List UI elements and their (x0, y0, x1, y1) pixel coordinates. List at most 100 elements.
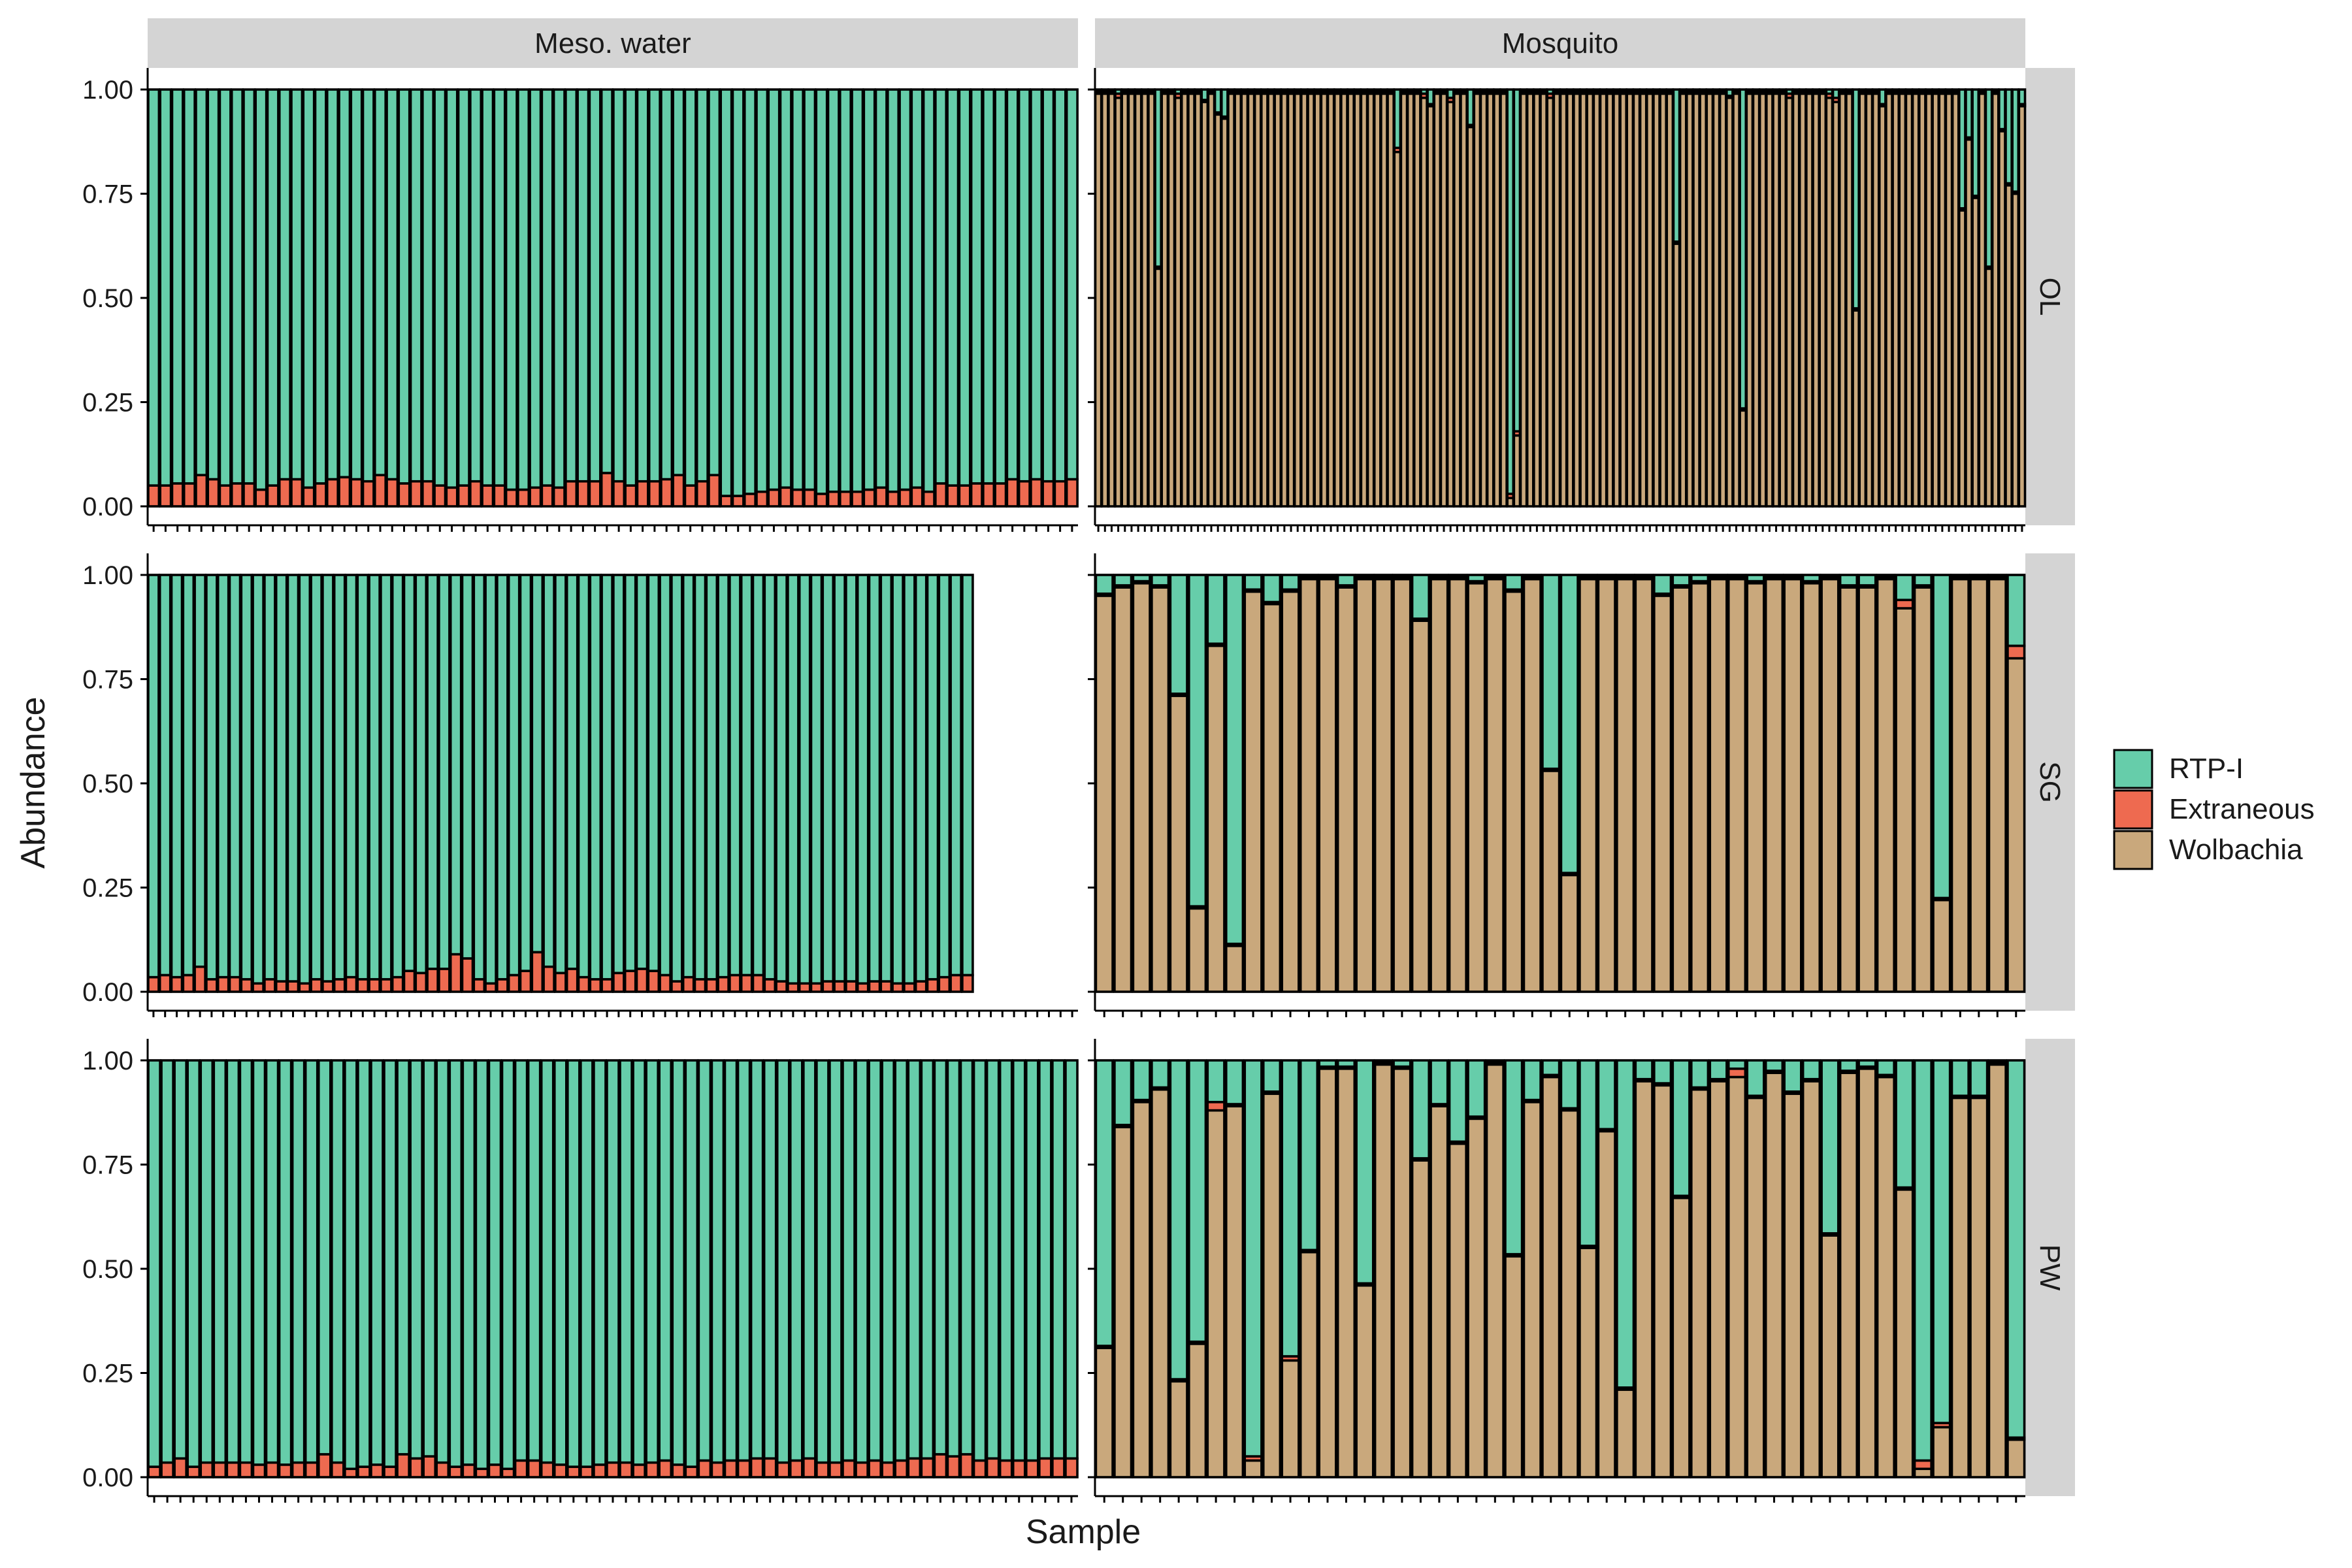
bar-segment-rtp-i (1286, 88, 1296, 93)
bar-segment-wolbachia (1336, 586, 1356, 993)
bar-segment-rtp-i (1038, 1059, 1053, 1460)
bar-segment-extraneous (554, 972, 567, 993)
bar-segment-wolbachia (1671, 586, 1691, 993)
bar-segment-wolbachia (1366, 92, 1375, 508)
bar-segment-extraneous (891, 982, 904, 993)
bar-segment-wolbachia (1838, 1071, 1859, 1478)
bar-segment-extraneous (767, 488, 781, 508)
bar-segment-wolbachia (1632, 92, 1641, 508)
bar-segment-extraneous (658, 1459, 673, 1478)
bar-segment-wolbachia (1180, 92, 1189, 508)
bar-segment-extraneous (216, 975, 230, 993)
legend-label: RTP-I (2169, 753, 2244, 785)
bar-segment-rtp-i (922, 88, 936, 493)
bar-segment-extraneous (862, 488, 876, 508)
bar-segment-rtp-i (1519, 88, 1528, 93)
bar-segment-rtp-i (1399, 88, 1409, 93)
bar-segment-wolbachia (1727, 1075, 1747, 1478)
bar-segment-wolbachia (1151, 1088, 1170, 1478)
bar-segment-wolbachia (1938, 92, 1947, 508)
bar-segment-rtp-i (1426, 88, 1435, 106)
bar-segment-rtp-i (845, 574, 858, 983)
bar-segment-extraneous (484, 982, 497, 993)
bar-segment-rtp-i (1313, 88, 1322, 93)
bar-segment-rtp-i (1353, 88, 1362, 93)
bar-segment-extraneous (507, 973, 521, 993)
bar-segment-rtp-i (356, 574, 370, 981)
bar-segment-rtp-i (926, 574, 939, 981)
bar-segment-rtp-i (448, 1059, 463, 1468)
bar-segment-wolbachia (1798, 92, 1807, 508)
bar-segment-rtp-i (740, 574, 753, 977)
bar-segment-wolbachia (1452, 92, 1462, 508)
bar-segment-rtp-i (1299, 1059, 1319, 1252)
bar-segment-rtp-i (1243, 574, 1263, 591)
bar-segment-extraneous (344, 975, 358, 993)
bar-segment-extraneous (238, 1461, 253, 1478)
bar-segment-wolbachia (1485, 1063, 1505, 1478)
bar-segment-rtp-i (344, 574, 358, 979)
bar-segment-rtp-i (1705, 88, 1714, 93)
bar-segment-wolbachia (1262, 602, 1282, 993)
bar-segment-extraneous (763, 978, 777, 993)
bar-segment-wolbachia (1429, 578, 1449, 993)
bar-segment-wolbachia (1399, 92, 1409, 508)
y-tick-label: 0.00 (82, 1463, 133, 1492)
bar-segment-rtp-i (636, 88, 649, 483)
bar-segment-rtp-i (529, 88, 542, 489)
bar-segment-rtp-i (1712, 88, 1721, 93)
bar-segment-extraneous (397, 482, 411, 508)
bar-segment-extraneous (159, 484, 172, 508)
bar-segment-rtp-i (934, 88, 948, 485)
bar-segment-extraneous (461, 1463, 476, 1478)
y-tick-label: 1.00 (82, 76, 133, 105)
bar-segment-extraneous (361, 480, 375, 508)
bar-segment-extraneous (170, 975, 184, 993)
bar-segment-rtp-i (894, 1059, 909, 1462)
bar-segment-rtp-i (749, 1059, 764, 1460)
bar-segment-rtp-i (493, 88, 506, 487)
bar-segment-wolbachia (1838, 586, 1859, 993)
legend-swatch (2113, 749, 2153, 789)
bar-segment-rtp-i (1281, 574, 1300, 591)
bar-segment-wolbachia (1227, 92, 1235, 508)
y-tick-label: 0.50 (82, 1255, 133, 1284)
y-tick-label: 1.00 (82, 1047, 133, 1075)
bar-segment-rtp-i (874, 88, 888, 489)
bar-segment-rtp-i (1546, 88, 1555, 95)
bar-segment-rtp-i (1320, 88, 1329, 93)
bar-segment-rtp-i (195, 88, 208, 476)
bar-segment-rtp-i (361, 88, 375, 483)
bar-segment-extraneous (922, 490, 936, 508)
bar-segment-rtp-i (833, 574, 846, 983)
bar-segment-wolbachia (1699, 92, 1708, 508)
bar-segment-rtp-i (767, 88, 781, 491)
bar-segment-rtp-i (1094, 88, 1103, 93)
bar-segment-rtp-i (1904, 88, 1914, 93)
bar-segment-extraneous (422, 1455, 437, 1478)
bar-segment-extraneous (242, 482, 256, 508)
bar-segment-extraneous (263, 978, 276, 993)
bar-segment-rtp-i (158, 574, 172, 977)
bar-segment-rtp-i (1984, 88, 1993, 268)
bar-segment-extraneous (683, 484, 697, 508)
bar-segment-extraneous (330, 1461, 345, 1478)
bar-segment-wolbachia (1865, 92, 1874, 508)
bar-segment-extraneous (697, 1459, 712, 1478)
bar-segment-extraneous (278, 478, 291, 508)
bar-segment-extraneous (851, 490, 864, 508)
bar-segment-rtp-i (1452, 88, 1462, 93)
bar-segment-rtp-i (1392, 574, 1412, 578)
bar-segment-rtp-i (1612, 88, 1621, 93)
bar-segment-extraneous (1206, 1101, 1226, 1112)
bar-segment-extraneous (623, 970, 637, 993)
bar-segment-extraneous (370, 1463, 384, 1478)
bar-segment-rtp-i (1413, 88, 1422, 93)
bar-segment-rtp-i (815, 88, 828, 495)
bar-segment-rtp-i (218, 88, 232, 487)
bar-segment-wolbachia (1466, 125, 1475, 508)
bar-segment-wolbachia (1820, 1234, 1840, 1478)
bar-segment-rtp-i (173, 1059, 188, 1460)
bar-segment-rtp-i (1207, 88, 1216, 93)
y-tick-label: 0.25 (82, 1360, 133, 1388)
